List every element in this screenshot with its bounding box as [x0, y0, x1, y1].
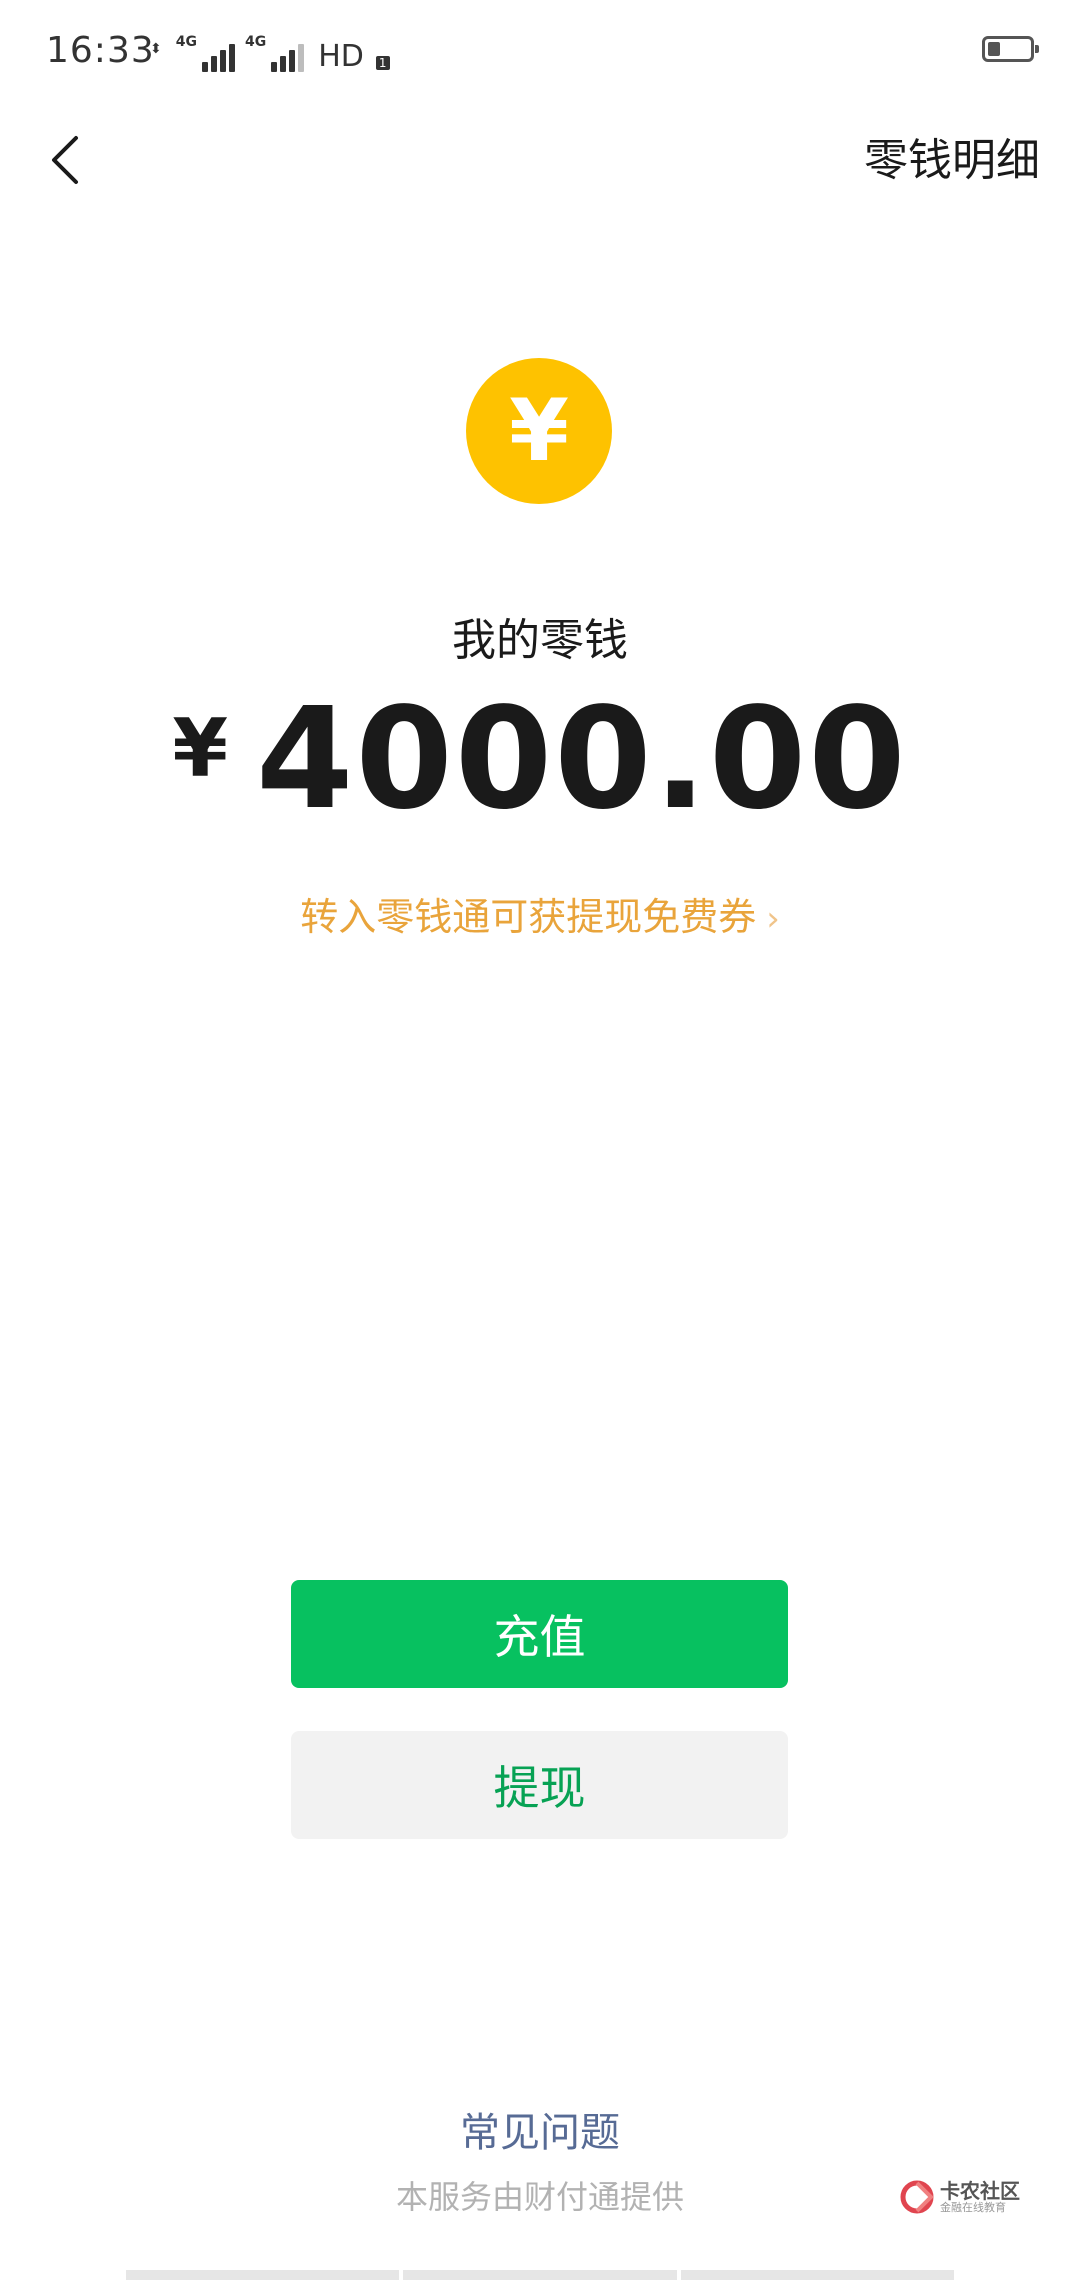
battery-icon [982, 36, 1039, 62]
bottom-strip [126, 2270, 954, 2280]
yuan-coin-icon: ¥ [466, 358, 612, 504]
balance-value: 4000.00 [256, 678, 908, 841]
hd-voice-icon: HD [318, 39, 364, 74]
withdraw-button[interactable]: 提现 [291, 1731, 788, 1839]
balance-amount: ¥ 4000.00 [0, 680, 1080, 840]
watermark-subtitle: 金融在线教育 [940, 2201, 1006, 2214]
signal-1-icon: 4G [176, 34, 235, 72]
watermark-logo-icon [900, 2180, 934, 2214]
faq-link[interactable]: 常见问题 [0, 2100, 1080, 2158]
back-button[interactable] [30, 120, 100, 200]
promo-link[interactable]: 转入零钱通可获提现免费券 › [0, 886, 1080, 941]
watermark-title: 卡农社区 [940, 2179, 1020, 2203]
network-indicators: ⬍ 4G 4G HD 1 [150, 28, 390, 72]
watermark: 卡农社区 金融在线教育 [900, 2180, 1020, 2214]
data-transfer-icon: ⬍ [150, 41, 162, 57]
status-bar: 16:33 ⬍ 4G 4G HD 1 [0, 0, 1080, 110]
currency-symbol: ¥ [172, 702, 228, 795]
hd-sub-label: 1 [375, 56, 390, 70]
battery-level [988, 42, 1000, 56]
chevron-left-icon [52, 136, 78, 184]
signal-2-icon: 4G [244, 34, 305, 72]
network-type-1: 4G [175, 34, 197, 50]
network-type-2: 4G [244, 34, 267, 50]
promo-text: 转入零钱通可获提现免费券 [300, 895, 757, 939]
change-details-link[interactable]: 零钱明细 [864, 124, 1040, 188]
status-time: 16:33 [46, 30, 155, 71]
balance-label: 我的零钱 [452, 615, 628, 666]
recharge-button[interactable]: 充值 [291, 1580, 788, 1688]
nav-bar: 零钱明细 [0, 110, 1080, 240]
chevron-right-icon: › [766, 899, 780, 939]
